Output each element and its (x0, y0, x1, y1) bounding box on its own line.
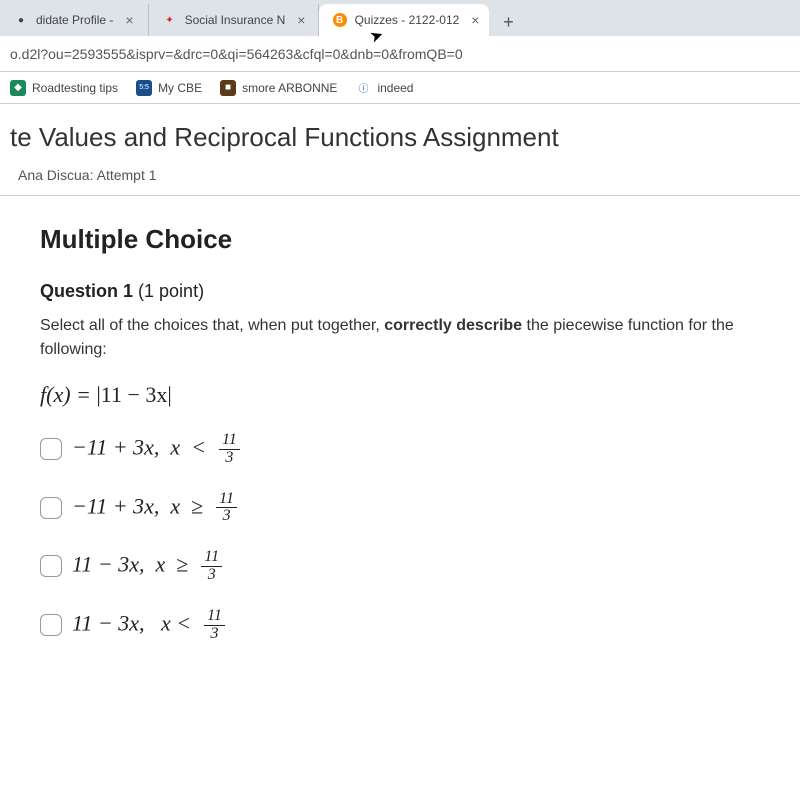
bookmark-roadtesting[interactable]: ◆ Roadtesting tips (10, 80, 118, 96)
attempt-info: Ana Discua: Attempt 1 (0, 163, 800, 196)
choice-row: 11 − 3x, x < 113 (40, 608, 760, 643)
bookmark-icon: ◆ (10, 80, 26, 96)
address-url: o.d2l?ou=2593555&isprv=&drc=0&qi=564263&… (10, 46, 463, 62)
equation-lhs: f(x) = (40, 382, 96, 407)
checkbox[interactable] (40, 614, 62, 636)
bookmark-label: My CBE (158, 81, 202, 95)
tab-strip: ● didate Profile - × ✦ Social Insurance … (0, 0, 800, 36)
function-equation: f(x) = |11 − 3x| (40, 382, 760, 408)
bookmark-mycbe[interactable]: 5:5 My CBE (136, 80, 202, 96)
page-content: te Values and Reciprocal Functions Assig… (0, 104, 800, 670)
indeed-icon: ⓘ (355, 80, 371, 96)
bookmark-label: indeed (377, 81, 413, 95)
browser-tab-2[interactable]: B Quizzes - 2122-012 × (319, 4, 489, 36)
choice-row: −11 + 3x, x ≥ 113 (40, 491, 760, 526)
question-number: Question 1 (40, 281, 133, 301)
question-prompt: Select all of the choices that, when put… (40, 314, 760, 362)
choices-list: −11 + 3x, x < 113 −11 + 3x, x ≥ 113 11 −… (40, 432, 760, 642)
close-icon[interactable]: × (125, 13, 133, 27)
page-title: te Values and Reciprocal Functions Assig… (0, 122, 800, 163)
new-tab-button[interactable]: + (495, 8, 523, 36)
checkbox[interactable] (40, 555, 62, 577)
close-icon[interactable]: × (471, 13, 479, 27)
bookmark-label: Roadtesting tips (32, 81, 118, 95)
choice-row: −11 + 3x, x < 113 (40, 432, 760, 467)
bookmark-icon: ■ (220, 80, 236, 96)
bookmark-indeed[interactable]: ⓘ indeed (355, 80, 413, 96)
browser-tab-1[interactable]: ✦ Social Insurance N × (149, 4, 319, 36)
checkbox[interactable] (40, 438, 62, 460)
choice-row: 11 − 3x, x ≥ 113 (40, 549, 760, 584)
equation-rhs: |11 − 3x| (96, 382, 171, 407)
bookmark-label: smore ARBONNE (242, 81, 337, 95)
d2l-icon: B (333, 13, 347, 27)
choice-expr: 11 − 3x, x ≥ 113 (72, 549, 224, 584)
question-points: (1 point) (138, 281, 204, 301)
tab-label-2: Quizzes - 2122-012 (355, 13, 460, 27)
prompt-text-a: Select all of the choices that, when put… (40, 317, 384, 334)
section-heading: Multiple Choice (40, 224, 760, 255)
close-icon[interactable]: × (297, 13, 305, 27)
tab-label-1: Social Insurance N (185, 13, 286, 27)
address-bar[interactable]: o.d2l?ou=2593555&isprv=&drc=0&qi=564263&… (0, 36, 800, 72)
choice-expr: −11 + 3x, x < 113 (72, 432, 242, 467)
question-header: Question 1 (1 point) (40, 281, 760, 302)
tab-label-0: didate Profile - (36, 13, 113, 27)
checkbox[interactable] (40, 497, 62, 519)
choice-expr: 11 − 3x, x < 113 (72, 608, 227, 643)
tab-favicon-0: ● (14, 13, 28, 27)
bookmark-icon: 5:5 (136, 80, 152, 96)
browser-tab-0[interactable]: ● didate Profile - × (0, 4, 149, 36)
question-block: Multiple Choice Question 1 (1 point) Sel… (0, 196, 800, 670)
bookmark-smore[interactable]: ■ smore ARBONNE (220, 80, 337, 96)
maple-leaf-icon: ✦ (163, 13, 177, 27)
prompt-text-bold: correctly describe (384, 317, 522, 334)
choice-expr: −11 + 3x, x ≥ 113 (72, 491, 239, 526)
bookmarks-bar: ◆ Roadtesting tips 5:5 My CBE ■ smore AR… (0, 72, 800, 104)
